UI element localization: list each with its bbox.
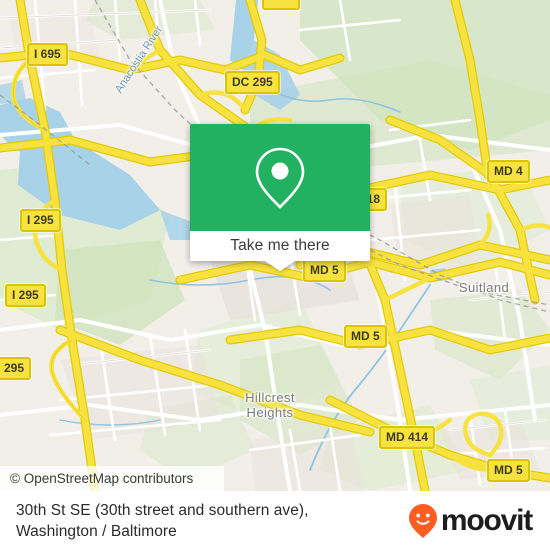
screenshot-root: .landbg{fill:#f2efe9} .green{fill:#cfe3b…	[0, 0, 550, 550]
footer-bar: 30th St SE (30th street and southern ave…	[0, 491, 550, 550]
highway-shield-md5-b: MD 5	[344, 325, 387, 348]
take-me-there-button[interactable]: Take me there	[190, 231, 370, 261]
moovit-wordmark: moovit	[440, 503, 533, 537]
highway-shield-295: 295	[0, 357, 32, 380]
popup-pointer	[265, 261, 295, 271]
place-label-suitland: Suitland	[458, 280, 510, 295]
map-pin-icon	[255, 147, 305, 209]
highway-shield-partial-top	[262, 0, 300, 10]
map-popup-card[interactable]: Take me there	[190, 124, 370, 271]
place-label-hillcrest-heights: Hillcrest Heights	[245, 390, 295, 420]
location-title: 30th St SE (30th street and southern ave…	[16, 501, 309, 540]
moovit-pin-icon	[408, 503, 437, 538]
map-canvas[interactable]: .landbg{fill:#f2efe9} .green{fill:#cfe3b…	[0, 0, 550, 491]
highway-shield-md414: MD 414	[379, 426, 436, 449]
highway-shield-md5-c: MD 5	[487, 459, 530, 482]
highway-shield-i295-b: I 295	[5, 284, 46, 307]
highway-shield-i295-a: I 295	[20, 209, 61, 232]
highway-shield-i695: I 695	[27, 43, 68, 66]
map-attribution[interactable]: © OpenStreetMap contributors	[0, 466, 224, 491]
highway-shield-md4: MD 4	[487, 160, 530, 183]
moovit-logo[interactable]: moovit	[408, 503, 533, 539]
map-attribution-text: © OpenStreetMap contributors	[10, 471, 194, 486]
highway-shield-dc295: DC 295	[225, 71, 280, 94]
popup-header	[190, 124, 370, 231]
highway-shield-md5-a: MD 5	[303, 259, 346, 282]
take-me-there-label: Take me there	[230, 237, 330, 254]
